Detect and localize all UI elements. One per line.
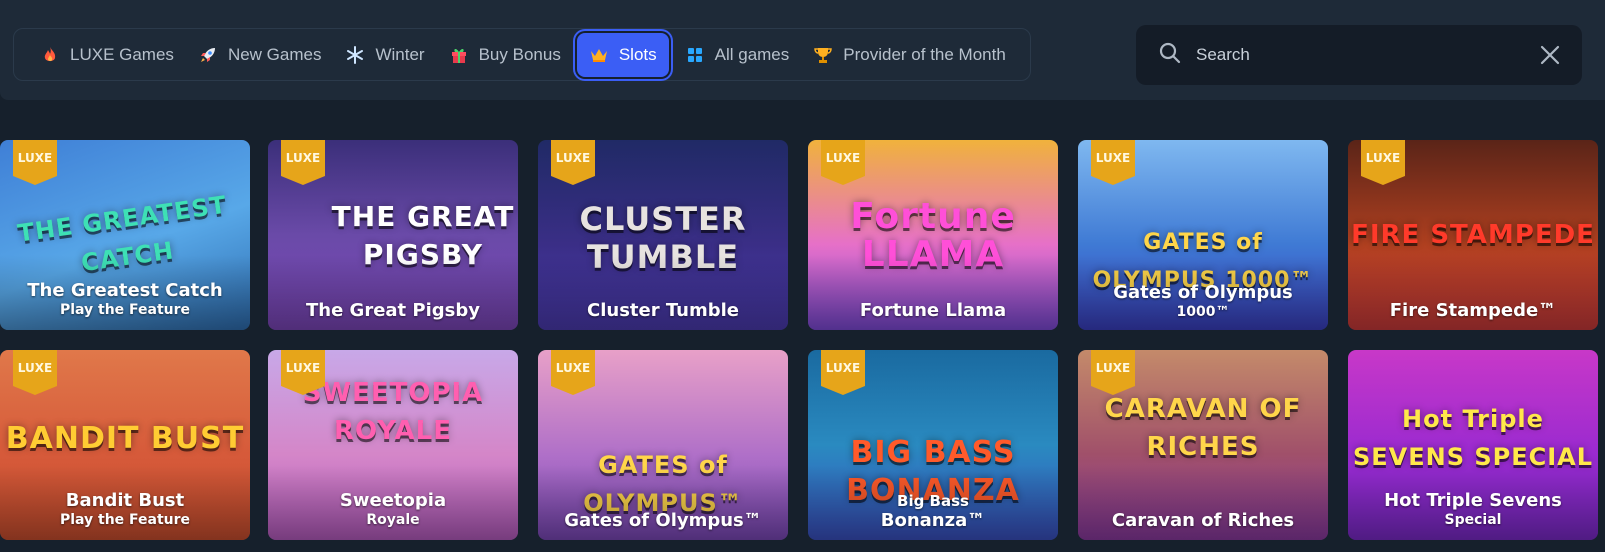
- game-title: Sweetopia: [339, 490, 447, 511]
- luxe-badge: LUXE: [13, 350, 57, 395]
- luxe-badge: LUXE: [1361, 140, 1405, 185]
- game-card-fortune-llama[interactable]: Fortune LLAMA LUXE Fortune Llama: [808, 140, 1058, 330]
- game-title: Gates of Olympus™: [564, 510, 762, 531]
- game-title: Cluster Tumble: [587, 300, 739, 321]
- game-title: Caravan of Riches: [1111, 510, 1295, 531]
- tab-label: Buy Bonus: [478, 44, 561, 64]
- flame-icon: [40, 45, 60, 65]
- top-bar: LUXE Games New Games Winter Buy Bonus Sl…: [0, 0, 1605, 100]
- luxe-badge: LUXE: [551, 140, 595, 185]
- tab-label: Winter: [375, 44, 425, 64]
- game-card-gates-of-olympus[interactable]: GATES of OLYMPUS™ LUXE Gates of Olympus™: [538, 350, 788, 540]
- luxe-badge: LUXE: [551, 350, 595, 395]
- game-title: Fire Stampede™: [1389, 300, 1557, 321]
- game-card-gates-of-olympus-1000[interactable]: GATES of OLYMPUS 1000™ LUXE Gates of Oly…: [1078, 140, 1328, 330]
- game-logo: BANDIT BUST: [5, 421, 245, 456]
- game-title: The Greatest Catch: [27, 280, 223, 301]
- game-card-the-great-pigsby[interactable]: THE GREAT PIGSBY LUXE The Great Pigsby: [268, 140, 518, 330]
- luxe-badge: LUXE: [821, 140, 865, 185]
- tab-label: All games: [714, 44, 790, 64]
- game-logo: FIRE STAMPEDE: [1351, 220, 1595, 250]
- luxe-badge: LUXE: [821, 350, 865, 395]
- trophy-icon: [813, 45, 833, 65]
- snowflake-icon: [345, 45, 365, 65]
- game-card-fire-stampede[interactable]: FIRE STAMPEDE LUXE Fire Stampede™: [1348, 140, 1598, 330]
- game-title: Fortune Llama: [859, 300, 1007, 321]
- tab-buy-bonus[interactable]: Buy Bonus: [437, 33, 573, 77]
- game-card-hot-triple-sevens[interactable]: Hot Triple SEVENS SPECIAL Hot Triple Sev…: [1348, 350, 1598, 540]
- grid-icon: [685, 45, 705, 65]
- game-subtitle: Play the Feature: [59, 512, 191, 528]
- game-title: Gates of Olympus: [1113, 282, 1293, 303]
- search-input[interactable]: [1196, 45, 1526, 65]
- game-title: Bandit Bust: [65, 490, 185, 511]
- luxe-badge: LUXE: [281, 140, 325, 185]
- tab-slots[interactable]: Slots: [576, 32, 669, 77]
- search-box: [1136, 25, 1582, 85]
- game-subtitle: 1000™: [1176, 304, 1230, 320]
- game-card-the-greatest-catch[interactable]: THE GREATEST CATCH LUXE The Greatest Cat…: [0, 140, 250, 330]
- rocket-icon: [198, 45, 218, 65]
- tab-label: Slots: [618, 44, 657, 64]
- game-subtitle: Special: [1444, 512, 1502, 528]
- search-icon: [1158, 41, 1182, 70]
- game-subtitle: Bonanza™: [880, 510, 986, 531]
- gift-icon: [449, 45, 469, 65]
- game-subtitle: Royale: [366, 512, 420, 528]
- luxe-badge: LUXE: [1091, 350, 1135, 395]
- game-title: Hot Triple Sevens: [1384, 490, 1562, 511]
- luxe-badge: LUXE: [281, 350, 325, 395]
- tab-winter[interactable]: Winter: [333, 33, 436, 77]
- game-title: The Great Pigsby: [305, 300, 481, 321]
- game-card-caravan-of-riches[interactable]: CARAVAN OF RICHES LUXE Caravan of Riches: [1078, 350, 1328, 540]
- game-logo: CARAVAN OF RICHES: [1104, 394, 1302, 462]
- tab-luxe-games[interactable]: LUXE Games: [28, 33, 186, 77]
- tab-all-games[interactable]: All games: [673, 33, 802, 77]
- tab-label: New Games: [227, 44, 322, 64]
- game-card-bandit-bust[interactable]: BANDIT BUST LUXE Bandit Bust Play the Fe…: [0, 350, 250, 540]
- tab-provider-of-the-month[interactable]: Provider of the Month: [801, 33, 1018, 77]
- tab-new-games[interactable]: New Games: [186, 33, 334, 77]
- close-icon[interactable]: [1540, 45, 1560, 65]
- tab-label: LUXE Games: [70, 44, 174, 64]
- game-card-sweetopia[interactable]: SWEETOPIA ROYALE LUXE Sweetopia Royale: [268, 350, 518, 540]
- game-subtitle: Play the Feature: [59, 302, 191, 318]
- category-tabs: LUXE Games New Games Winter Buy Bonus Sl…: [13, 28, 1031, 81]
- luxe-badge: LUXE: [1091, 140, 1135, 185]
- tab-label: Provider of the Month: [843, 44, 1006, 64]
- crown-icon: [589, 45, 609, 65]
- game-title: Big Bass: [897, 492, 969, 510]
- game-card-big-bass-bonanza[interactable]: BIG BASS BONANZA LUXE Big Bass Bonanza™: [808, 350, 1058, 540]
- luxe-badge: LUXE: [13, 140, 57, 185]
- game-card-cluster-tumble[interactable]: CLUSTER TUMBLE LUXE Cluster Tumble: [538, 140, 788, 330]
